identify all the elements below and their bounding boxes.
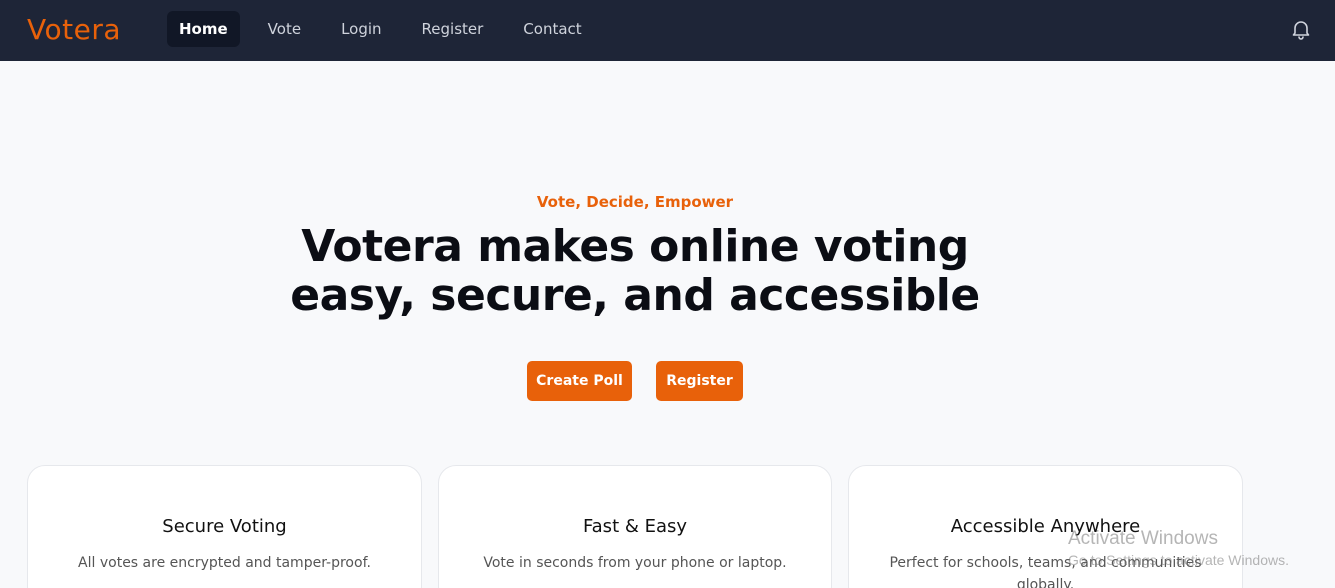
hero-title-line-1: Votera makes online voting xyxy=(301,221,969,272)
watermark-title: Activate Windows xyxy=(1068,528,1218,549)
hero-title: Votera makes online voting easy, secure,… xyxy=(0,222,1270,320)
feature-card-text: Vote in seconds from your phone or lapto… xyxy=(483,555,787,571)
feature-card-title: Fast & Easy xyxy=(582,516,688,537)
bell-icon[interactable] xyxy=(1289,17,1313,41)
nav-item-home[interactable]: Home xyxy=(167,11,240,47)
nav-item-contact[interactable]: Contact xyxy=(511,11,593,47)
top-navbar: Votera Home Vote Login Register Contact xyxy=(0,0,1335,61)
nav-item-register[interactable]: Register xyxy=(410,11,496,47)
hero-tagline: Vote, Decide, Empower xyxy=(536,193,734,211)
register-button[interactable]: Register xyxy=(656,361,743,401)
feature-card-secure-voting: Secure Voting All votes are encrypted an… xyxy=(27,465,422,588)
feature-card-title: Secure Voting xyxy=(162,516,287,537)
watermark-subtitle: Go to Settings to activate Windows. xyxy=(1068,552,1289,568)
brand-logo[interactable]: Votera xyxy=(27,13,121,46)
nav-links: Home Vote Login Register Contact xyxy=(167,11,610,47)
activate-windows-watermark: Activate Windows Go to Settings to activ… xyxy=(1068,528,1289,568)
feature-card-text: All votes are encrypted and tamper-proof… xyxy=(78,555,371,571)
create-poll-button[interactable]: Create Poll xyxy=(527,361,632,401)
feature-card-fast-easy: Fast & Easy Vote in seconds from your ph… xyxy=(438,465,832,588)
feature-card-accessible-anywhere: Accessible Anywhere Perfect for schools,… xyxy=(848,465,1243,588)
nav-item-login[interactable]: Login xyxy=(329,11,393,47)
nav-item-vote[interactable]: Vote xyxy=(256,11,313,47)
hero-title-line-2: easy, secure, and accessible xyxy=(290,270,980,321)
